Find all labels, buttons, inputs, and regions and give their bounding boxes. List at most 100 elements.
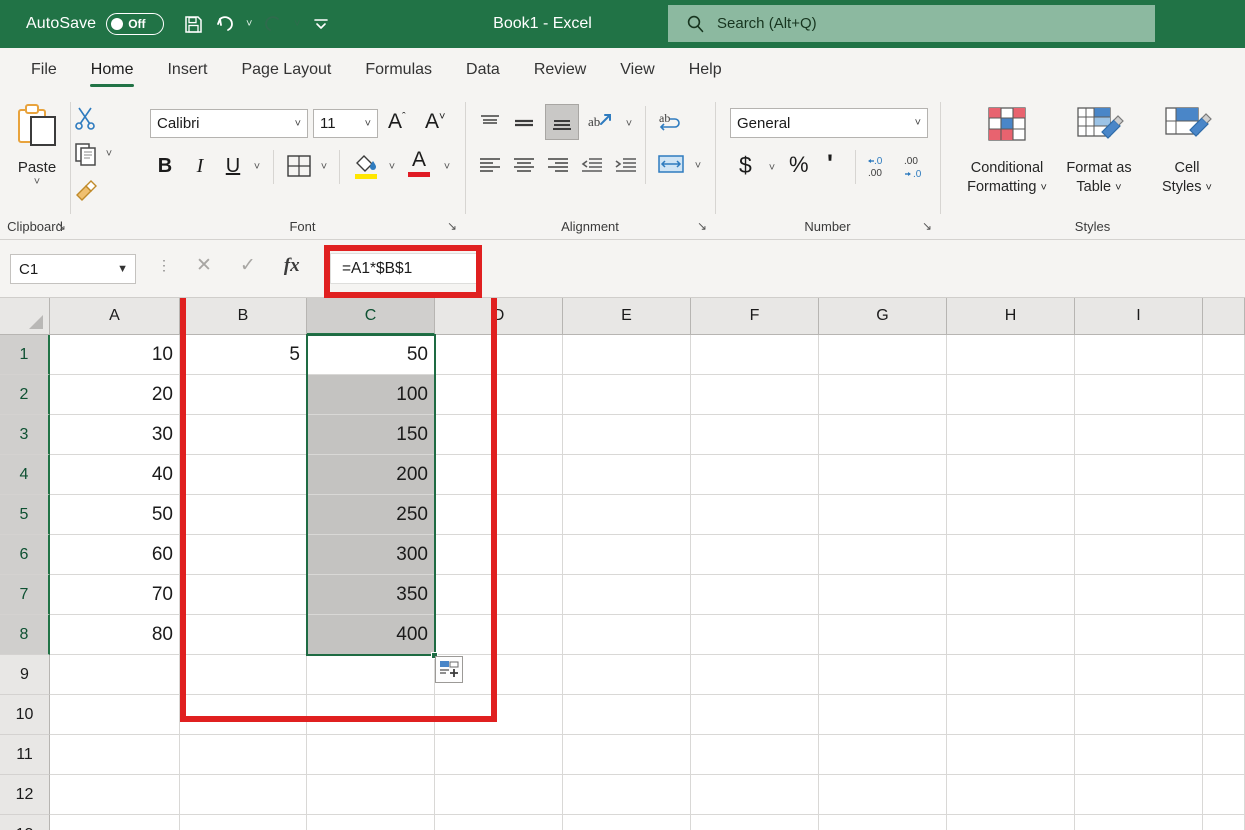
grid-cell[interactable] [691,615,819,655]
enter-check-icon[interactable]: ✓ [240,254,256,277]
row-header-10[interactable]: 10 [0,695,50,735]
grid-cell[interactable] [1075,535,1203,575]
grid-cell[interactable] [563,375,691,415]
grid-cell[interactable] [435,335,563,375]
font-color-chevron-down-icon[interactable]: ˅ [440,161,454,173]
grid-cell[interactable] [50,695,180,735]
bottom-align-button[interactable] [545,104,579,140]
column-header-e[interactable]: E [563,298,691,335]
percent-format-button[interactable]: % [789,152,809,178]
grid-cell[interactable] [819,575,947,615]
grid-cell[interactable] [1075,815,1203,830]
cell-c3[interactable]: 150 [307,415,435,455]
font-size-select[interactable]: 11 ˅ [313,109,378,138]
font-name-select[interactable]: Calibri ˅ [150,109,308,138]
grid-cell[interactable] [435,495,563,535]
fill-color-chevron-down-icon[interactable]: ˅ [385,161,399,173]
insert-function-icon[interactable]: fx [284,255,300,277]
column-header-g[interactable]: G [819,298,947,335]
row-header-9[interactable]: 9 [0,655,50,695]
grid-cell[interactable] [1075,615,1203,655]
wrap-text-button[interactable]: ab [657,110,685,136]
grid-cell[interactable] [947,335,1075,375]
row-header-12[interactable]: 12 [0,775,50,815]
grid-cell[interactable] [947,735,1075,775]
grid-cell[interactable] [435,615,563,655]
column-header-d[interactable]: D [435,298,563,335]
column-header-c[interactable]: C [307,298,435,335]
grid-cell[interactable] [1203,415,1245,455]
row-header-3[interactable]: 3 [0,415,50,455]
column-header-a[interactable]: A [50,298,180,335]
decrease-indent-button[interactable] [579,154,605,178]
select-all-button[interactable] [0,298,50,335]
grid-cell[interactable] [691,815,819,830]
grid-cell[interactable] [435,575,563,615]
grid-cell[interactable] [819,615,947,655]
undo-arrow-icon[interactable] [210,9,240,39]
orientation-chevron-down-icon[interactable]: ˅ [622,118,636,130]
font-size-chevron-down-icon[interactable]: ˅ [365,118,371,130]
grid-cell[interactable] [691,415,819,455]
grid-cell[interactable] [819,695,947,735]
grid-cell[interactable] [1203,335,1245,375]
bold-button[interactable]: B [152,152,178,180]
cell-a8[interactable]: 80 [50,615,180,655]
grid-cell[interactable] [435,375,563,415]
font-color-button[interactable]: A [408,150,430,177]
grid-cell[interactable] [180,615,307,655]
grid-cell[interactable] [563,815,691,830]
grid-cell[interactable] [563,615,691,655]
borders-chevron-down-icon[interactable]: ˅ [317,161,331,173]
column-header-f[interactable]: F [691,298,819,335]
tab-view[interactable]: View [603,48,671,92]
grid-cell[interactable] [435,415,563,455]
autosave-toggle[interactable]: Off [106,13,164,35]
grid-cell[interactable] [691,335,819,375]
grid-cell[interactable] [947,535,1075,575]
cut-button[interactable] [74,106,96,130]
grid-cell[interactable] [1203,815,1245,830]
grid-cell[interactable] [563,695,691,735]
paste-chevron-down-icon[interactable]: ˅ [6,176,68,188]
merge-center-button[interactable] [657,152,685,178]
grid-cell[interactable] [947,575,1075,615]
grid-cell[interactable] [435,815,563,830]
grid-cell[interactable] [563,775,691,815]
grid-cell[interactable] [50,775,180,815]
tab-review[interactable]: Review [517,48,603,92]
grid-cell[interactable] [435,535,563,575]
grid-cell[interactable] [691,695,819,735]
row-header-1[interactable]: 1 [0,335,50,375]
grid-cell[interactable] [180,535,307,575]
row-header-13[interactable]: 13 [0,815,50,830]
top-align-button[interactable] [477,112,503,136]
grid-cell[interactable] [691,775,819,815]
conditional-formatting-chevron-down-icon[interactable]: ˅ [1040,182,1046,194]
cancel-x-icon[interactable]: ✕ [196,254,212,277]
grid-cell[interactable] [180,655,307,695]
format-as-table-button[interactable]: Format as Table ˅ [1050,104,1148,196]
grid-cell[interactable] [180,495,307,535]
number-format-chevron-down-icon[interactable]: ˅ [915,117,921,129]
grid-cell[interactable] [563,535,691,575]
grid-cell[interactable] [1203,575,1245,615]
search-input[interactable]: Search (Alt+Q) [668,5,1155,42]
grid-cell[interactable] [435,775,563,815]
cell-a1[interactable]: 10 [50,335,180,375]
grid-cell[interactable] [1075,375,1203,415]
tab-file[interactable]: File [14,48,74,92]
grid-cell[interactable] [563,655,691,695]
name-box[interactable]: C1 ▼ [10,254,136,284]
accounting-format-button[interactable]: $ [739,152,752,179]
row-header-2[interactable]: 2 [0,375,50,415]
grid-cell[interactable] [1075,575,1203,615]
increase-decimal-button[interactable]: .0.00 [865,152,893,180]
row-header-4[interactable]: 4 [0,455,50,495]
undo-chevron-down-icon[interactable]: ˅ [242,18,256,30]
grid-cell[interactable] [1203,375,1245,415]
grid-cell[interactable] [819,415,947,455]
grid-cell[interactable] [819,535,947,575]
grid-cell[interactable] [1075,335,1203,375]
grid-cell[interactable] [1203,495,1245,535]
